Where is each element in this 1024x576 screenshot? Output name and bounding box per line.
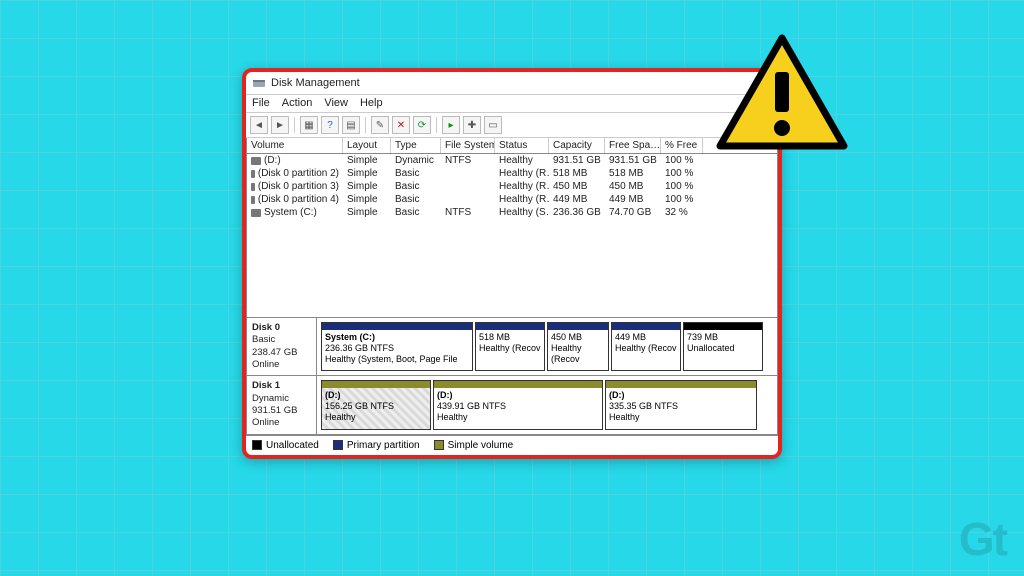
col-layout[interactable]: Layout	[343, 138, 391, 153]
partition-bar	[476, 323, 544, 330]
legend: Unallocated Primary partition Simple vol…	[246, 435, 778, 455]
list-button[interactable]: ▭	[484, 116, 502, 134]
partition-bar	[612, 323, 680, 330]
panel-button[interactable]: ▦	[300, 116, 318, 134]
watermark: Gt	[959, 512, 1006, 566]
titlebar: Disk Management —	[246, 72, 778, 95]
disk-panel: Disk 1Dynamic931.51 GBOnline(D:)156.25 G…	[246, 376, 778, 434]
warning-icon	[712, 32, 852, 163]
disk-graphical-view: Disk 0Basic238.47 GBOnlineSystem (C:)236…	[246, 318, 778, 435]
drive-icon	[251, 209, 261, 217]
legend-item: Simple volume	[434, 440, 514, 451]
partition-bar	[606, 381, 756, 388]
col-volume[interactable]: Volume	[247, 138, 343, 153]
col-free[interactable]: Free Spa…	[605, 138, 661, 153]
partition[interactable]: (D:)439.91 GB NTFSHealthy	[433, 380, 603, 429]
partition[interactable]: (D:)156.25 GB NTFSHealthy	[321, 380, 431, 429]
disk-partitions: System (C:)236.36 GB NTFSHealthy (System…	[317, 318, 777, 375]
partition-bar	[684, 323, 762, 330]
menu-action[interactable]: Action	[282, 97, 313, 109]
partition[interactable]: 739 MBUnallocated	[683, 322, 763, 371]
forward-button[interactable]: ►	[271, 116, 289, 134]
disk-management-window: Disk Management — File Action View Help …	[242, 68, 782, 459]
partition-bar	[434, 381, 602, 388]
drive-icon	[251, 183, 255, 191]
toolbar-separator	[365, 117, 366, 133]
app-icon	[252, 76, 266, 90]
table-row[interactable]: (Disk 0 partition 3)SimpleBasicHealthy (…	[247, 180, 777, 193]
table-row[interactable]: (Disk 0 partition 4)SimpleBasicHealthy (…	[247, 193, 777, 206]
partition-bar	[322, 323, 472, 330]
table-row[interactable]: System (C:)SimpleBasicNTFSHealthy (S…236…	[247, 206, 777, 219]
delete-button[interactable]: ✕	[392, 116, 410, 134]
disk-panel: Disk 0Basic238.47 GBOnlineSystem (C:)236…	[246, 318, 778, 376]
window-title: Disk Management	[271, 77, 746, 89]
partition-bar	[548, 323, 608, 330]
partition-bar	[322, 381, 430, 388]
col-status[interactable]: Status	[495, 138, 549, 153]
back-button[interactable]: ◄	[250, 116, 268, 134]
legend-label: Simple volume	[448, 440, 514, 451]
disk-info: Disk 0Basic238.47 GBOnline	[247, 318, 317, 375]
partition[interactable]: 518 MBHealthy (Recov	[475, 322, 545, 371]
refresh-button[interactable]: ⟳	[413, 116, 431, 134]
toolbar-separator	[436, 117, 437, 133]
disk-info: Disk 1Dynamic931.51 GBOnline	[247, 376, 317, 433]
menu-view[interactable]: View	[324, 97, 348, 109]
toolbar: ◄ ► ▦ ? ▤ ✎ ✕ ⟳ ▸ ✚ ▭	[246, 113, 778, 138]
legend-item: Primary partition	[333, 440, 420, 451]
swatch-simple	[434, 440, 444, 450]
partition[interactable]: (D:)335.35 GB NTFSHealthy	[605, 380, 757, 429]
table-body: (D:)SimpleDynamicNTFSHealthy931.51 GB931…	[247, 154, 777, 219]
action-button[interactable]: ▸	[442, 116, 460, 134]
swatch-unallocated	[252, 440, 262, 450]
swatch-primary	[333, 440, 343, 450]
partition[interactable]: 449 MBHealthy (Recov	[611, 322, 681, 371]
table-row[interactable]: (D:)SimpleDynamicNTFSHealthy931.51 GB931…	[247, 154, 777, 167]
partition[interactable]: System (C:)236.36 GB NTFSHealthy (System…	[321, 322, 473, 371]
col-pct[interactable]: % Free	[661, 138, 703, 153]
legend-label: Unallocated	[266, 440, 319, 451]
table-header: Volume Layout Type File System Status Ca…	[247, 138, 777, 154]
properties-button[interactable]: ✎	[371, 116, 389, 134]
volume-table: Volume Layout Type File System Status Ca…	[246, 138, 778, 318]
drive-icon	[251, 157, 261, 165]
menu-file[interactable]: File	[252, 97, 270, 109]
menu-help[interactable]: Help	[360, 97, 383, 109]
col-filesystem[interactable]: File System	[441, 138, 495, 153]
settings-button[interactable]: ▤	[342, 116, 360, 134]
table-row[interactable]: (Disk 0 partition 2)SimpleBasicHealthy (…	[247, 167, 777, 180]
drive-icon	[251, 170, 255, 178]
partition[interactable]: 450 MBHealthy (Recov	[547, 322, 609, 371]
toolbar-separator	[294, 117, 295, 133]
col-type[interactable]: Type	[391, 138, 441, 153]
menubar: File Action View Help	[246, 95, 778, 113]
col-capacity[interactable]: Capacity	[549, 138, 605, 153]
legend-label: Primary partition	[347, 440, 420, 451]
drive-icon	[251, 196, 255, 204]
help-button[interactable]: ?	[321, 116, 339, 134]
new-button[interactable]: ✚	[463, 116, 481, 134]
legend-item: Unallocated	[252, 440, 319, 451]
disk-partitions: (D:)156.25 GB NTFSHealthy(D:)439.91 GB N…	[317, 376, 777, 433]
